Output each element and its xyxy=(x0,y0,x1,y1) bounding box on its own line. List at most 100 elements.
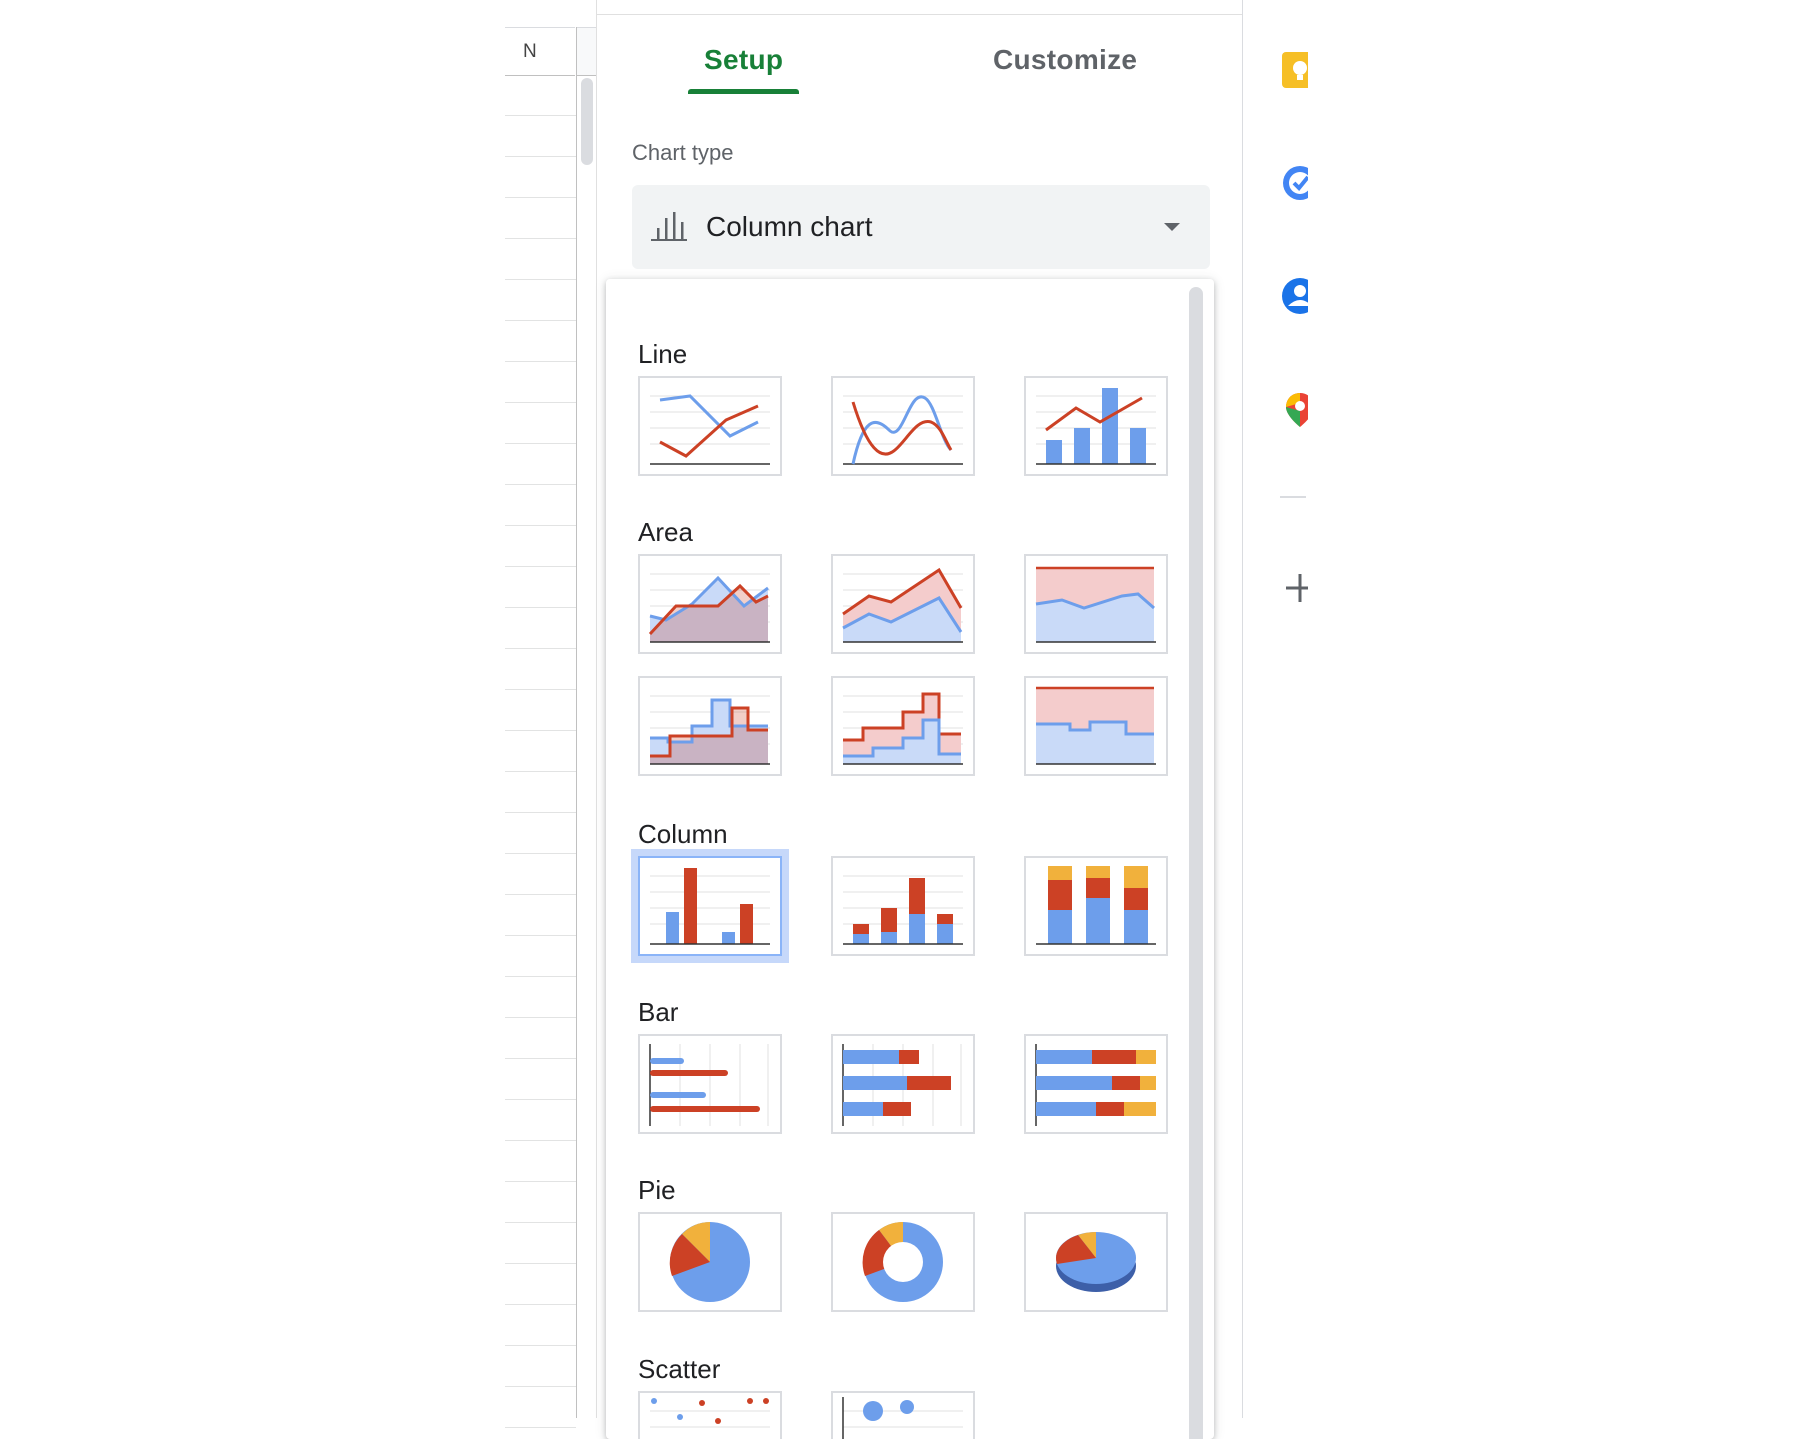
combo-chart-icon xyxy=(1036,388,1156,465)
tasks-button[interactable] xyxy=(1280,163,1308,203)
100-percent-stacked-area-chart-option[interactable] xyxy=(1024,554,1168,654)
stacked-column-chart-icon xyxy=(843,875,963,945)
sheet-cell[interactable] xyxy=(505,444,576,485)
sheet-cell[interactable] xyxy=(505,854,576,895)
area-chart-option[interactable] xyxy=(638,554,782,654)
sheet-cell[interactable] xyxy=(505,1182,576,1223)
active-tab-indicator xyxy=(688,89,799,94)
stacked-area-chart-icon xyxy=(842,567,963,643)
sheet-cell[interactable] xyxy=(505,1018,576,1059)
get-add-ons-button[interactable] xyxy=(1280,568,1308,608)
column-header-label: N xyxy=(523,41,537,62)
chart-type-label: Chart type xyxy=(632,140,734,165)
sheet-cell[interactable] xyxy=(505,731,576,772)
sheet-cell[interactable] xyxy=(505,239,576,280)
stacked-bar-chart-option[interactable] xyxy=(831,1034,975,1134)
100-percent-stacked-stepped-area-chart-option[interactable] xyxy=(1024,676,1168,776)
rail-divider xyxy=(1280,496,1306,498)
100-percent-stacked-stepped-area-chart-icon xyxy=(1036,686,1156,765)
category-label-column: Column xyxy=(638,819,728,849)
sheet-cell[interactable] xyxy=(505,1100,576,1141)
sheet-cell[interactable] xyxy=(505,690,576,731)
scatter-chart-option[interactable] xyxy=(638,1391,782,1439)
sheet-cell[interactable] xyxy=(505,895,576,936)
category-label-bar: Bar xyxy=(638,997,679,1027)
sheet-cell[interactable] xyxy=(505,977,576,1018)
3d-pie-chart-icon xyxy=(1055,1232,1136,1292)
sheet-cell[interactable] xyxy=(505,157,576,198)
3d-pie-chart-option[interactable] xyxy=(1024,1212,1168,1312)
sheet-cell[interactable] xyxy=(505,772,576,813)
line-chart-option[interactable] xyxy=(638,376,782,476)
sheet-cell[interactable] xyxy=(505,362,576,403)
sheet-cell[interactable] xyxy=(505,649,576,690)
100-percent-stacked-bar-chart-icon xyxy=(1035,1044,1156,1126)
bubble-chart-icon xyxy=(842,1397,963,1439)
stacked-area-chart-option[interactable] xyxy=(831,554,975,654)
sheet-cell[interactable] xyxy=(505,1223,576,1264)
sheet-cell[interactable] xyxy=(505,1059,576,1100)
stacked-stepped-area-chart-option[interactable] xyxy=(831,676,975,776)
contacts-icon xyxy=(1282,278,1308,314)
sheet-cell[interactable] xyxy=(505,1387,576,1428)
chart-type-value: Column chart xyxy=(706,211,873,242)
column-chart-icon xyxy=(650,210,688,247)
doughnut-chart-icon xyxy=(862,1222,943,1302)
sheet-cell[interactable] xyxy=(505,75,576,116)
sheet-cell[interactable] xyxy=(505,567,576,608)
sheet-cell[interactable] xyxy=(505,485,576,526)
keep-button[interactable] xyxy=(1280,50,1308,90)
contacts-button[interactable] xyxy=(1280,276,1308,316)
bar-chart-icon xyxy=(649,1044,769,1126)
column-header-n[interactable]: N xyxy=(505,27,575,76)
100-percent-stacked-column-chart-icon xyxy=(1036,866,1156,945)
sheet-cell[interactable] xyxy=(505,1141,576,1182)
bubble-chart-option[interactable] xyxy=(831,1391,975,1439)
keep-icon xyxy=(1282,52,1308,88)
100-percent-stacked-area-chart-icon xyxy=(1035,566,1156,643)
side-panel-rail xyxy=(1243,0,1308,1418)
sheet-cell[interactable] xyxy=(505,1305,576,1346)
sheet-scrollbar[interactable] xyxy=(581,78,593,165)
stepped-area-chart-option[interactable] xyxy=(638,676,782,776)
tab-customize[interactable]: Customize xyxy=(993,44,1137,76)
sheet-cell[interactable] xyxy=(505,526,576,567)
category-label-area: Area xyxy=(638,517,693,547)
sheet-cell[interactable] xyxy=(505,936,576,977)
combo-chart-option[interactable] xyxy=(1024,376,1168,476)
arrow-drop-down-icon xyxy=(1164,223,1180,231)
sheet-cell[interactable] xyxy=(505,1264,576,1305)
doughnut-chart-option[interactable] xyxy=(831,1212,975,1312)
sheet-cell[interactable] xyxy=(505,813,576,854)
column-chart-option[interactable] xyxy=(638,856,782,956)
add-icon xyxy=(1286,574,1308,602)
sheet-cell[interactable] xyxy=(505,280,576,321)
100-percent-stacked-bar-chart-option[interactable] xyxy=(1024,1034,1168,1134)
tasks-icon xyxy=(1283,166,1308,200)
column-chart-thumb-icon xyxy=(650,868,770,945)
column-header-next[interactable] xyxy=(577,27,597,76)
chart-editor-panel: Setup Customize Chart type Column chart … xyxy=(597,0,1243,1439)
sheet-cell[interactable] xyxy=(505,608,576,649)
line-chart-icon xyxy=(650,394,770,465)
stacked-bar-chart-icon xyxy=(842,1044,962,1126)
sheet-cell[interactable] xyxy=(505,198,576,239)
stepped-area-chart-icon xyxy=(650,695,770,765)
sheet-cell[interactable] xyxy=(505,1346,576,1387)
maps-button[interactable] xyxy=(1280,389,1308,429)
100-percent-stacked-column-chart-option[interactable] xyxy=(1024,856,1168,956)
menu-scrollbar[interactable] xyxy=(1189,287,1203,1439)
area-chart-icon xyxy=(648,573,770,643)
panel-top-divider xyxy=(597,14,1242,15)
sheet-cell[interactable] xyxy=(505,403,576,444)
tab-setup[interactable]: Setup xyxy=(704,44,783,76)
sheet-rows xyxy=(505,75,576,1428)
sheet-cell[interactable] xyxy=(505,116,576,157)
bar-chart-option[interactable] xyxy=(638,1034,782,1134)
pie-chart-option[interactable] xyxy=(638,1212,782,1312)
column-divider xyxy=(576,27,577,1418)
smooth-line-chart-option[interactable] xyxy=(831,376,975,476)
stacked-column-chart-option[interactable] xyxy=(831,856,975,956)
chart-type-select[interactable]: Column chart xyxy=(632,185,1210,269)
sheet-cell[interactable] xyxy=(505,321,576,362)
